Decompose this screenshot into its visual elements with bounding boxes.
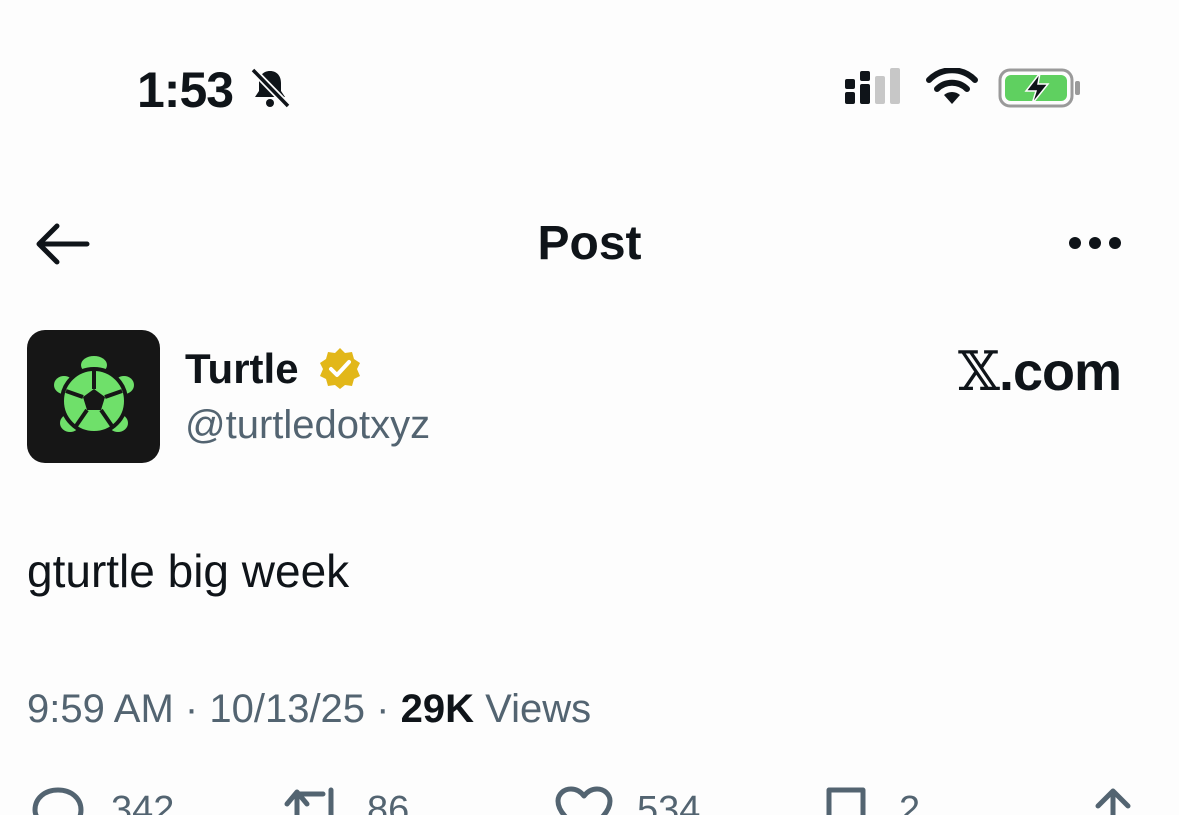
post-meta: 9:59 AM · 10/13/25 · 29K Views [27,684,591,734]
author-name[interactable]: Turtle [185,343,299,395]
share-icon [1095,788,1131,815]
verified-badge-icon [320,348,360,389]
status-time: 1:53 [137,62,234,118]
repost-count: 86 [367,789,410,815]
post-time: 9:59 AM [27,687,174,731]
repost-button[interactable]: 86 [283,786,409,815]
meta-separator: · [376,687,390,731]
page-title: Post [537,217,642,270]
avatar[interactable] [27,330,160,463]
author-handle[interactable]: @turtledotxyz [185,400,430,450]
meta-separator: · [184,687,199,731]
repost-icon [284,787,334,815]
views-count[interactable]: 29K [401,687,474,731]
reply-count: 342 [111,789,175,815]
cellular-signal-icon [845,68,900,104]
reply-button[interactable]: 342 [27,786,174,815]
x-logo-icon: 𝕏 [958,340,1000,403]
source-domain: .com [998,342,1122,402]
turtle-logo-icon [53,355,134,435]
more-options-button[interactable] [1060,220,1130,266]
bookmark-count: 2 [899,789,921,815]
battery-charging-icon [998,68,1080,108]
source-watermark: 𝕏.com [958,340,1122,404]
like-button[interactable]: 534 [553,786,700,815]
bookmark-icon [826,787,866,815]
post-text: gturtle big week [27,545,350,597]
wifi-icon [926,68,978,104]
like-count: 534 [637,789,701,815]
post-date: 10/13/25 [209,687,366,731]
bookmark-button[interactable]: 2 [815,786,920,815]
share-button[interactable] [1082,786,1144,815]
views-label: Views [485,687,592,731]
bell-muted-icon [250,67,291,109]
heart-icon [555,786,613,815]
reply-icon [32,787,84,815]
more-horizontal-icon [1069,237,1121,249]
